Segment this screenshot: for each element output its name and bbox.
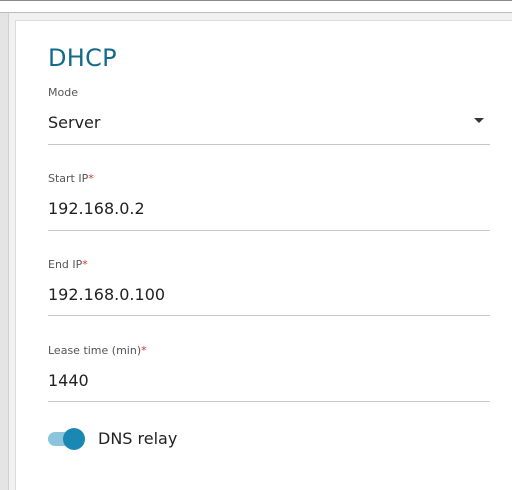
- page-background: DHCP Mode Server Start IP* 192.168.0.2 E…: [0, 0, 512, 490]
- end-ip-label: End IP*: [48, 258, 88, 271]
- required-mark: *: [82, 258, 88, 271]
- end-ip-field[interactable]: End IP* 192.168.0.100: [48, 258, 490, 320]
- end-ip-underline: [48, 315, 490, 316]
- dhcp-settings-card: DHCP Mode Server Start IP* 192.168.0.2 E…: [15, 20, 512, 490]
- start-ip-underline: [48, 230, 490, 231]
- lease-time-underline: [48, 401, 490, 402]
- mode-label: Mode: [48, 86, 78, 99]
- start-ip-label: Start IP*: [48, 172, 94, 185]
- lease-time-field[interactable]: Lease time (min)* 1440: [48, 344, 490, 406]
- start-ip-field[interactable]: Start IP* 192.168.0.2: [48, 172, 490, 234]
- lease-time-label: Lease time (min)*: [48, 344, 147, 357]
- end-ip-value[interactable]: 192.168.0.100: [48, 285, 165, 304]
- start-ip-value[interactable]: 192.168.0.2: [48, 199, 145, 218]
- required-mark: *: [141, 344, 147, 357]
- dns-relay-label: DNS relay: [98, 429, 178, 448]
- lease-time-value[interactable]: 1440: [48, 371, 89, 390]
- mode-select[interactable]: Mode Server: [48, 86, 490, 148]
- dns-relay-toggle[interactable]: [48, 428, 85, 450]
- chevron-down-icon[interactable]: [474, 118, 484, 123]
- mode-value: Server: [48, 113, 101, 132]
- left-frame-edge: [0, 13, 9, 490]
- mode-underline: [48, 144, 490, 145]
- toggle-knob: [63, 428, 85, 450]
- section-title: DHCP: [48, 44, 117, 72]
- top-frame-border: [0, 0, 512, 13]
- required-mark: *: [88, 172, 94, 185]
